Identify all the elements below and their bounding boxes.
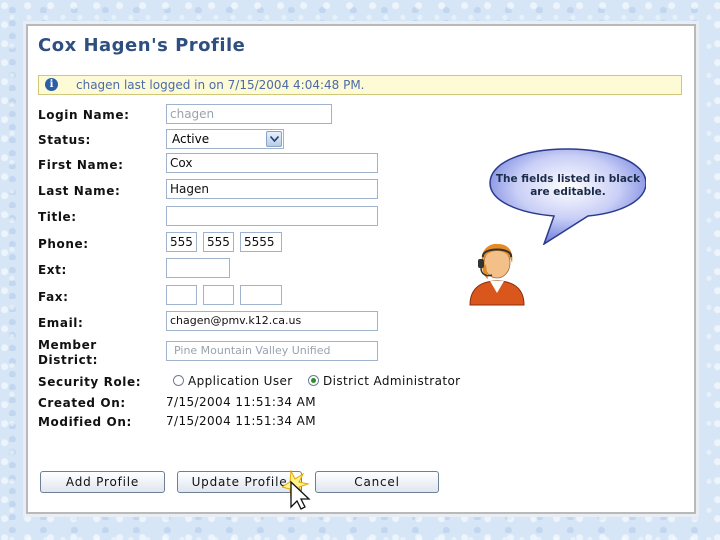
fax-line-field[interactable] — [240, 285, 282, 305]
modified-on-label: Modified On: — [38, 415, 132, 429]
email-label: Email: — [38, 316, 84, 330]
last-name-field[interactable]: Hagen — [166, 179, 378, 199]
last-name-label: Last Name: — [38, 184, 121, 198]
phone-label: Phone: — [38, 237, 89, 251]
arrow-cursor-icon — [282, 470, 311, 510]
add-profile-button[interactable]: Add Profile — [40, 471, 165, 493]
last-login-banner: i chagen last logged in on 7/15/2004 4:0… — [38, 75, 682, 95]
title-field[interactable] — [166, 206, 378, 226]
member-district-label-line2: District: — [38, 353, 99, 367]
member-district-field: Pine Mountain Valley Unified — [166, 341, 378, 361]
page-title: Cox Hagen's Profile — [38, 35, 246, 56]
first-name-field[interactable]: Cox — [166, 153, 378, 173]
fax-prefix-field[interactable] — [203, 285, 234, 305]
first-name-label: First Name: — [38, 158, 124, 172]
cancel-button[interactable]: Cancel — [315, 471, 439, 493]
district-administrator-label[interactable]: District Administrator — [323, 374, 461, 388]
chevron-down-icon[interactable] — [266, 131, 282, 147]
created-on-label: Created On: — [38, 396, 126, 410]
phone-line-field[interactable]: 5555 — [240, 232, 282, 252]
application-user-label[interactable]: Application User — [188, 374, 293, 388]
fax-area-field[interactable] — [166, 285, 197, 305]
phone-area-field[interactable]: 555 — [166, 232, 197, 252]
fax-label: Fax: — [38, 290, 69, 304]
login-name-label: Login Name: — [38, 108, 130, 122]
ext-label: Ext: — [38, 263, 67, 277]
callout-text: The fields listed in black are editable. — [495, 173, 641, 198]
info-icon: i — [45, 78, 58, 91]
created-on-value: 7/15/2004 11:51:34 AM — [166, 395, 317, 409]
last-login-text: chagen last logged in on 7/15/2004 4:04:… — [76, 78, 365, 92]
title-label: Title: — [38, 210, 77, 224]
application-user-radio[interactable] — [173, 375, 184, 386]
login-name-field[interactable]: chagen — [166, 104, 332, 124]
phone-prefix-field[interactable]: 555 — [203, 232, 234, 252]
member-district-label-line1: Member — [38, 338, 97, 352]
profile-window: Cox Hagen's Profile i chagen last logged… — [26, 24, 696, 514]
support-agent-icon — [469, 243, 525, 306]
status-label: Status: — [38, 133, 91, 147]
ext-field[interactable] — [166, 258, 230, 278]
email-field[interactable]: chagen@pmv.k12.ca.us — [166, 311, 378, 331]
status-select[interactable]: Active — [166, 129, 284, 149]
district-administrator-radio[interactable] — [308, 375, 319, 386]
status-value: Active — [172, 132, 210, 146]
security-role-label: Security Role: — [38, 375, 142, 389]
modified-on-value: 7/15/2004 11:51:34 AM — [166, 414, 317, 428]
